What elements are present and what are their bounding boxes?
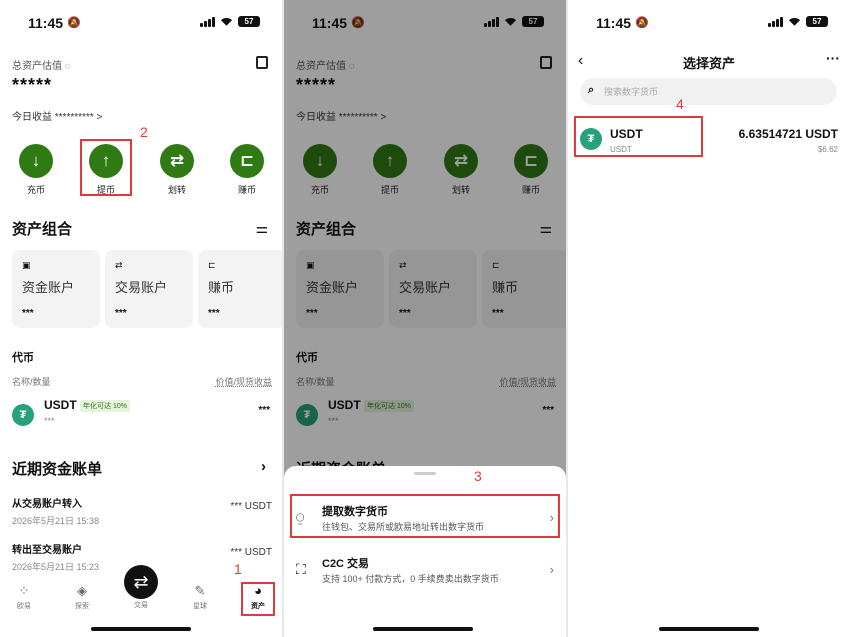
chevron-right-icon: › (549, 562, 554, 577)
step-number: 4 (676, 96, 684, 112)
coins-col-left: 名称/数量 (12, 377, 51, 387)
more-icon[interactable]: ··· (826, 50, 840, 66)
step-number: 1 (234, 561, 242, 577)
wifi-icon (788, 17, 801, 26)
earn-account-card[interactable]: ⊏ 赚币 *** (198, 250, 282, 328)
records-title: 近期资金账单 (12, 461, 103, 478)
lock-icon: ▣ (22, 260, 31, 270)
search-icon: ⌕ (588, 84, 595, 96)
deposit-button[interactable]: ↓ 充币 (11, 144, 61, 196)
home-indicator (91, 627, 191, 631)
wifi-icon (220, 17, 233, 26)
search-bar[interactable]: ⌕ (580, 78, 837, 105)
trade-fab-icon[interactable]: ⇄ (124, 565, 158, 599)
step-number: 3 (474, 468, 482, 484)
transfer-button[interactable]: ⇄ 划转 (152, 144, 202, 196)
tab-planet[interactable]: ✎ 星球 (180, 583, 220, 611)
planet-icon: ✎ (194, 583, 206, 598)
step-number: 2 (140, 124, 148, 140)
page-title: 选择资产 (682, 56, 735, 71)
status-bar: 11:45 🔕 57 (568, 0, 850, 44)
earn-button[interactable]: ⊏ 赚币 (222, 144, 272, 196)
filter-icon[interactable]: ⚌ (255, 220, 268, 237)
sheet-handle[interactable] (414, 472, 436, 475)
battery-icon: 57 (806, 16, 828, 27)
coin-name[interactable]: USDT (44, 398, 77, 412)
highlight-assets-tab (241, 582, 275, 616)
coins-title: 代币 (12, 352, 34, 364)
tab-trade[interactable]: 交易 (121, 600, 161, 610)
coin-amount: *** (44, 416, 55, 426)
coins-col-right[interactable]: 价值/现货收益 (215, 375, 272, 388)
total-assets-value: ***** (12, 75, 53, 95)
okx-logo-icon: ⁘ (18, 583, 30, 598)
c2c-icon: ⛶ (296, 561, 306, 577)
funding-account-card[interactable]: ▣ 资金账户 *** (12, 250, 100, 328)
earn-icon: ⊏ (230, 144, 264, 178)
tab-okx[interactable]: ⁘ 欧易 (4, 583, 44, 611)
select-asset-screen: 11:45🔕 57 ‹ 选择资产 ··· ⌕ ₮ USDT USDT 6.635… (568, 0, 850, 637)
search-input[interactable] (604, 82, 824, 101)
earn-icon: ⊏ (208, 260, 216, 270)
withdraw-method-sheet: ⍜ 提取数字货币 往钱包、交易所或欧易地址转出数字货币 › ⛶ C2C 交易 支… (284, 466, 566, 637)
signal-icon (200, 16, 215, 27)
coin-apy-badge: 年化可达 10% (80, 400, 130, 412)
withdraw-sheet-screen: 11:45 🔕 57 总资产估值 ◌ ***** 今日收益 ********** … (284, 0, 566, 637)
highlight-withdraw (80, 139, 132, 196)
trading-account-card[interactable]: ⇄ 交易账户 *** (105, 250, 193, 328)
mute-icon: 🔕 (67, 17, 81, 29)
status-time: 11:45 (28, 15, 64, 31)
wallet-screen: 11:45 🔕 57 总资产估值 ◌ ***** 今日收益 ********** … (0, 0, 282, 637)
transfer-icon: ⇄ (160, 144, 194, 178)
c2c-option[interactable]: ⛶ C2C 交易 支持 100+ 付款方式，0 手续费卖出数字货币 › (284, 548, 566, 596)
total-assets-label: 总资产估值 ◌ (12, 61, 71, 72)
mute-icon: 🔕 (635, 17, 649, 29)
today-earnings-link[interactable]: 今日收益 ********** > (12, 108, 102, 123)
highlight-usdt (574, 116, 703, 157)
record-row[interactable]: 从交易账户转入 2026年5月21日 15:38 *** USDT (12, 495, 272, 527)
compass-icon: ◈ (77, 583, 87, 598)
signal-icon (768, 16, 783, 27)
deposit-icon: ↓ (19, 144, 53, 178)
chevron-right-icon[interactable]: › (261, 458, 266, 475)
quick-actions: ↓ 充币 ↑ 提币 ⇄ 划转 ⊏ 赚币 (0, 144, 282, 196)
home-indicator (659, 627, 759, 631)
status-bar: 11:45 🔕 57 (0, 0, 282, 44)
statement-icon[interactable] (256, 56, 268, 69)
usdt-icon: ₮ (12, 404, 34, 426)
portfolio-title: 资产组合 (12, 221, 73, 238)
home-indicator (373, 627, 473, 631)
tab-explore[interactable]: ◈ 探索 (62, 583, 102, 611)
highlight-withdraw-crypto (290, 494, 560, 538)
coin-value: *** (258, 405, 270, 416)
battery-icon: 57 (238, 16, 260, 27)
eye-off-icon[interactable]: ◌ (65, 61, 71, 72)
transfer-icon: ⇄ (115, 260, 123, 270)
